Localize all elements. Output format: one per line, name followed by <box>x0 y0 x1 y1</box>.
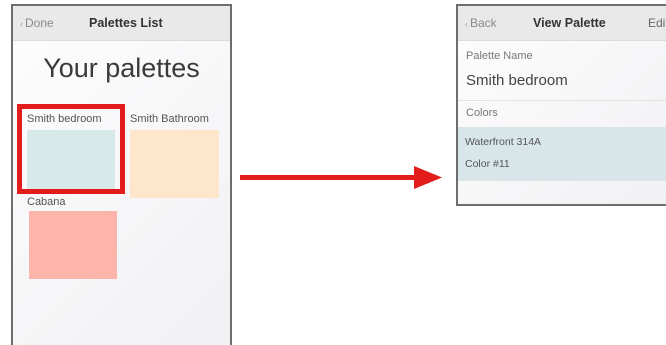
divider <box>458 100 666 101</box>
palette-swatch <box>29 211 117 279</box>
edit-button[interactable]: Edit <box>648 16 666 30</box>
back-label: Back <box>470 16 497 30</box>
view-palette-navbar: ‹Back View Palette Edit <box>458 6 666 41</box>
palette-tile-cabana[interactable]: Cabana <box>27 196 119 280</box>
palette-tile-smith-bathroom[interactable]: Smith Bathroom <box>130 113 230 199</box>
color-number: Color #11 <box>465 158 510 170</box>
palette-name: Smith bedroom <box>27 113 102 125</box>
palettes-list-navbar: ‹ Done Palettes List <box>13 6 230 41</box>
palette-name-value: Smith bedroom <box>466 72 568 89</box>
palette-swatch <box>130 130 219 198</box>
palette-name-label: Palette Name <box>466 50 533 62</box>
your-palettes-heading: Your palettes <box>43 53 200 83</box>
color-name: Waterfront 314A <box>465 136 542 148</box>
color-list-item[interactable]: Waterfront 314A Color #11 • <box>458 127 666 181</box>
arrow-shaft <box>240 175 420 180</box>
done-button[interactable]: ‹ Done <box>20 16 54 30</box>
palette-name: Smith Bathroom <box>130 113 209 125</box>
page-title: Palettes List <box>89 16 163 30</box>
chevron-left-icon: ‹ <box>465 19 468 29</box>
transition-arrow <box>240 166 442 189</box>
back-button[interactable]: ‹ Back <box>465 16 497 30</box>
palette-swatch <box>27 130 115 193</box>
arrow-head <box>414 166 442 189</box>
page-title: View Palette <box>533 16 606 30</box>
done-label: Done <box>25 16 54 30</box>
chevron-left-icon: ‹ <box>20 19 23 29</box>
colors-label: Colors <box>466 107 498 119</box>
palette-tile-smith-bedroom[interactable]: Smith bedroom <box>27 113 119 193</box>
view-palette-screen: ‹Back View Palette Edit Palette Name Smi… <box>456 4 666 206</box>
palette-name: Cabana <box>27 196 66 208</box>
palettes-list-screen: ‹ Done Palettes List Your palettes Smith … <box>11 4 232 345</box>
